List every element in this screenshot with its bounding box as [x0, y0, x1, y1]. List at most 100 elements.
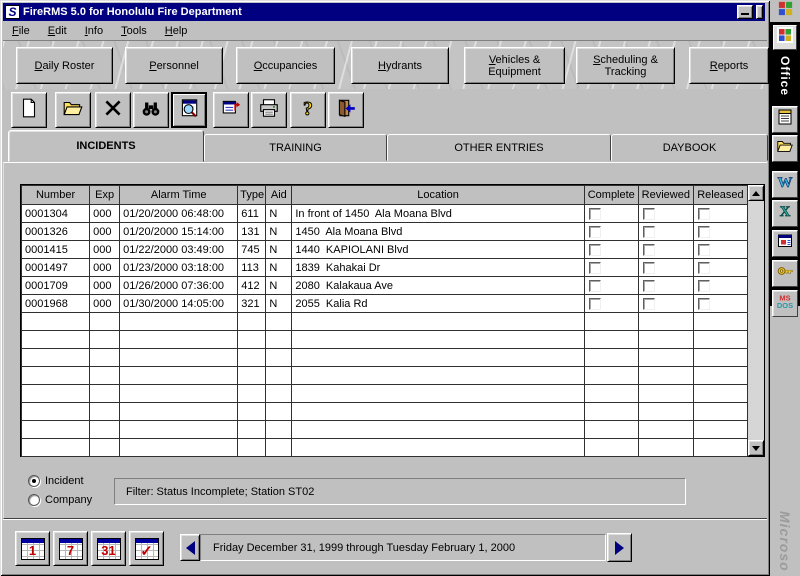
reviewed-checkbox[interactable]: [643, 262, 655, 274]
incident-row[interactable]: 000149700001/23/2000 03:18:00113N1839 Ka…: [22, 259, 748, 277]
reports-button[interactable]: Reports: [689, 47, 769, 84]
office-schedule-button[interactable]: [772, 230, 798, 257]
released-checkbox[interactable]: [698, 298, 710, 310]
personnel-button[interactable]: Personnel: [125, 47, 223, 84]
released-checkbox[interactable]: [698, 262, 710, 274]
scheduling-tracking-button[interactable]: Scheduling & Tracking: [576, 47, 675, 84]
menu-info[interactable]: Info: [76, 23, 112, 39]
incidents-table-frame: NumberExpAlarm TimeTypeAidLocationComple…: [20, 184, 765, 457]
find-button[interactable]: [133, 92, 169, 128]
week-view-button[interactable]: 7: [53, 531, 88, 566]
empty-cell: [638, 349, 693, 367]
complete-checkbox[interactable]: [589, 262, 601, 274]
scroll-down-button[interactable]: [748, 440, 764, 456]
reviewed-checkbox[interactable]: [643, 298, 655, 310]
column-header-aid[interactable]: Aid: [266, 186, 292, 205]
cell-number: 0001497: [22, 259, 90, 277]
empty-row: [22, 367, 748, 385]
office-word-button[interactable]: W: [772, 171, 798, 198]
preview-button[interactable]: [171, 92, 207, 128]
occupancies-button[interactable]: Occupancies: [236, 47, 335, 84]
radio-incident-icon[interactable]: [28, 475, 40, 487]
office-bar-title[interactable]: [770, 0, 800, 22]
radio-option-company[interactable]: Company: [28, 494, 92, 506]
office-access-key-button[interactable]: [772, 260, 798, 287]
cell-released: [693, 295, 747, 313]
daily-roster-button[interactable]: Daily Roster: [16, 47, 113, 84]
complete-checkbox[interactable]: [589, 298, 601, 310]
print-button[interactable]: [251, 92, 287, 128]
complete-checkbox[interactable]: [589, 208, 601, 220]
complete-checkbox[interactable]: [589, 226, 601, 238]
cell-alarm_time: 01/30/2000 14:05:00: [120, 295, 238, 313]
scroll-up-button[interactable]: [748, 185, 764, 201]
column-header-exp[interactable]: Exp: [90, 186, 120, 205]
custom-view-icon: ✓: [135, 538, 159, 560]
column-header-type[interactable]: Type: [238, 186, 266, 205]
office-button[interactable]: [773, 25, 797, 50]
reviewed-checkbox[interactable]: [643, 244, 655, 256]
tab-other-entries[interactable]: OTHER ENTRIES: [387, 134, 611, 161]
menu-help[interactable]: Help: [156, 23, 197, 39]
empty-cell: [292, 331, 584, 349]
column-header-reviewed[interactable]: Reviewed: [638, 186, 693, 205]
office-open-folder-button[interactable]: [772, 135, 798, 162]
vehicles-equipment-button[interactable]: Vehicles & Equipment: [464, 47, 565, 84]
month-view-icon: 31: [97, 538, 121, 560]
released-checkbox[interactable]: [698, 208, 710, 220]
new-document-button[interactable]: [11, 92, 47, 128]
complete-checkbox[interactable]: [589, 280, 601, 292]
hydrants-button[interactable]: Hydrants: [351, 47, 449, 84]
custom-view-button[interactable]: ✓: [129, 531, 164, 566]
released-checkbox[interactable]: [698, 244, 710, 256]
radio-option-incident[interactable]: Incident: [28, 475, 84, 487]
transfer-form-button[interactable]: [213, 92, 249, 128]
cell-reviewed: [638, 223, 693, 241]
column-header-number[interactable]: Number: [22, 186, 90, 205]
maximize-button[interactable]: [756, 5, 763, 19]
office-excel-button[interactable]: X: [772, 200, 798, 227]
tab-training[interactable]: TRAINING: [204, 134, 387, 161]
tab-daybook[interactable]: DAYBOOK: [611, 134, 768, 161]
menu-label-help: Help: [165, 25, 188, 37]
svg-text:X: X: [780, 204, 791, 220]
help-button[interactable]: ?: [290, 92, 326, 128]
reviewed-checkbox[interactable]: [643, 280, 655, 292]
menu-edit[interactable]: Edit: [39, 23, 76, 39]
incident-row[interactable]: 000132600001/20/2000 15:14:00131N1450 Al…: [22, 223, 748, 241]
column-header-released[interactable]: Released: [693, 186, 747, 205]
incident-row[interactable]: 000130400001/20/2000 06:48:00611NIn fron…: [22, 205, 748, 223]
module-button-row: Daily Roster Personnel Occupancies Hydrants…: [3, 40, 767, 89]
cell-alarm_time: 01/23/2000 03:18:00: [120, 259, 238, 277]
incident-row[interactable]: 000196800001/30/2000 14:05:00321N2055 Ka…: [22, 295, 748, 313]
complete-checkbox[interactable]: [589, 244, 601, 256]
previous-period-button[interactable]: [180, 534, 200, 561]
radio-company-icon[interactable]: [28, 494, 40, 506]
released-checkbox[interactable]: [698, 280, 710, 292]
incident-row[interactable]: 000141500001/22/2000 03:49:00745N1440 KA…: [22, 241, 748, 259]
released-checkbox[interactable]: [698, 226, 710, 238]
month-view-button[interactable]: 31: [91, 531, 126, 566]
next-period-button[interactable]: [607, 533, 632, 562]
column-header-location[interactable]: Location: [292, 186, 584, 205]
column-header-complete[interactable]: Complete: [584, 186, 638, 205]
vertical-scrollbar[interactable]: [748, 185, 764, 456]
menu-label-info: Info: [85, 25, 103, 37]
open-folder-button[interactable]: [55, 92, 91, 128]
reviewed-checkbox[interactable]: [643, 226, 655, 238]
office-journal-button[interactable]: [772, 106, 798, 133]
microsoft-watermark: Microso: [777, 511, 793, 572]
tab-incidents[interactable]: INCIDENTS: [8, 130, 204, 162]
empty-cell: [238, 313, 266, 331]
exit-button[interactable]: [328, 92, 364, 128]
day-view-button[interactable]: 1: [15, 531, 50, 566]
office-ms-dos-button[interactable]: MSDOS: [772, 290, 798, 317]
minimize-button[interactable]: [737, 5, 753, 19]
menu-file[interactable]: File: [3, 23, 39, 39]
cell-location: 1440 KAPIOLANI Blvd: [292, 241, 584, 259]
reviewed-checkbox[interactable]: [643, 208, 655, 220]
column-header-alarm-time[interactable]: Alarm Time: [120, 186, 238, 205]
incident-row[interactable]: 000170900001/26/2000 07:36:00412N2080 Ka…: [22, 277, 748, 295]
menu-tools[interactable]: Tools: [112, 23, 156, 39]
delete-button[interactable]: [95, 92, 131, 128]
